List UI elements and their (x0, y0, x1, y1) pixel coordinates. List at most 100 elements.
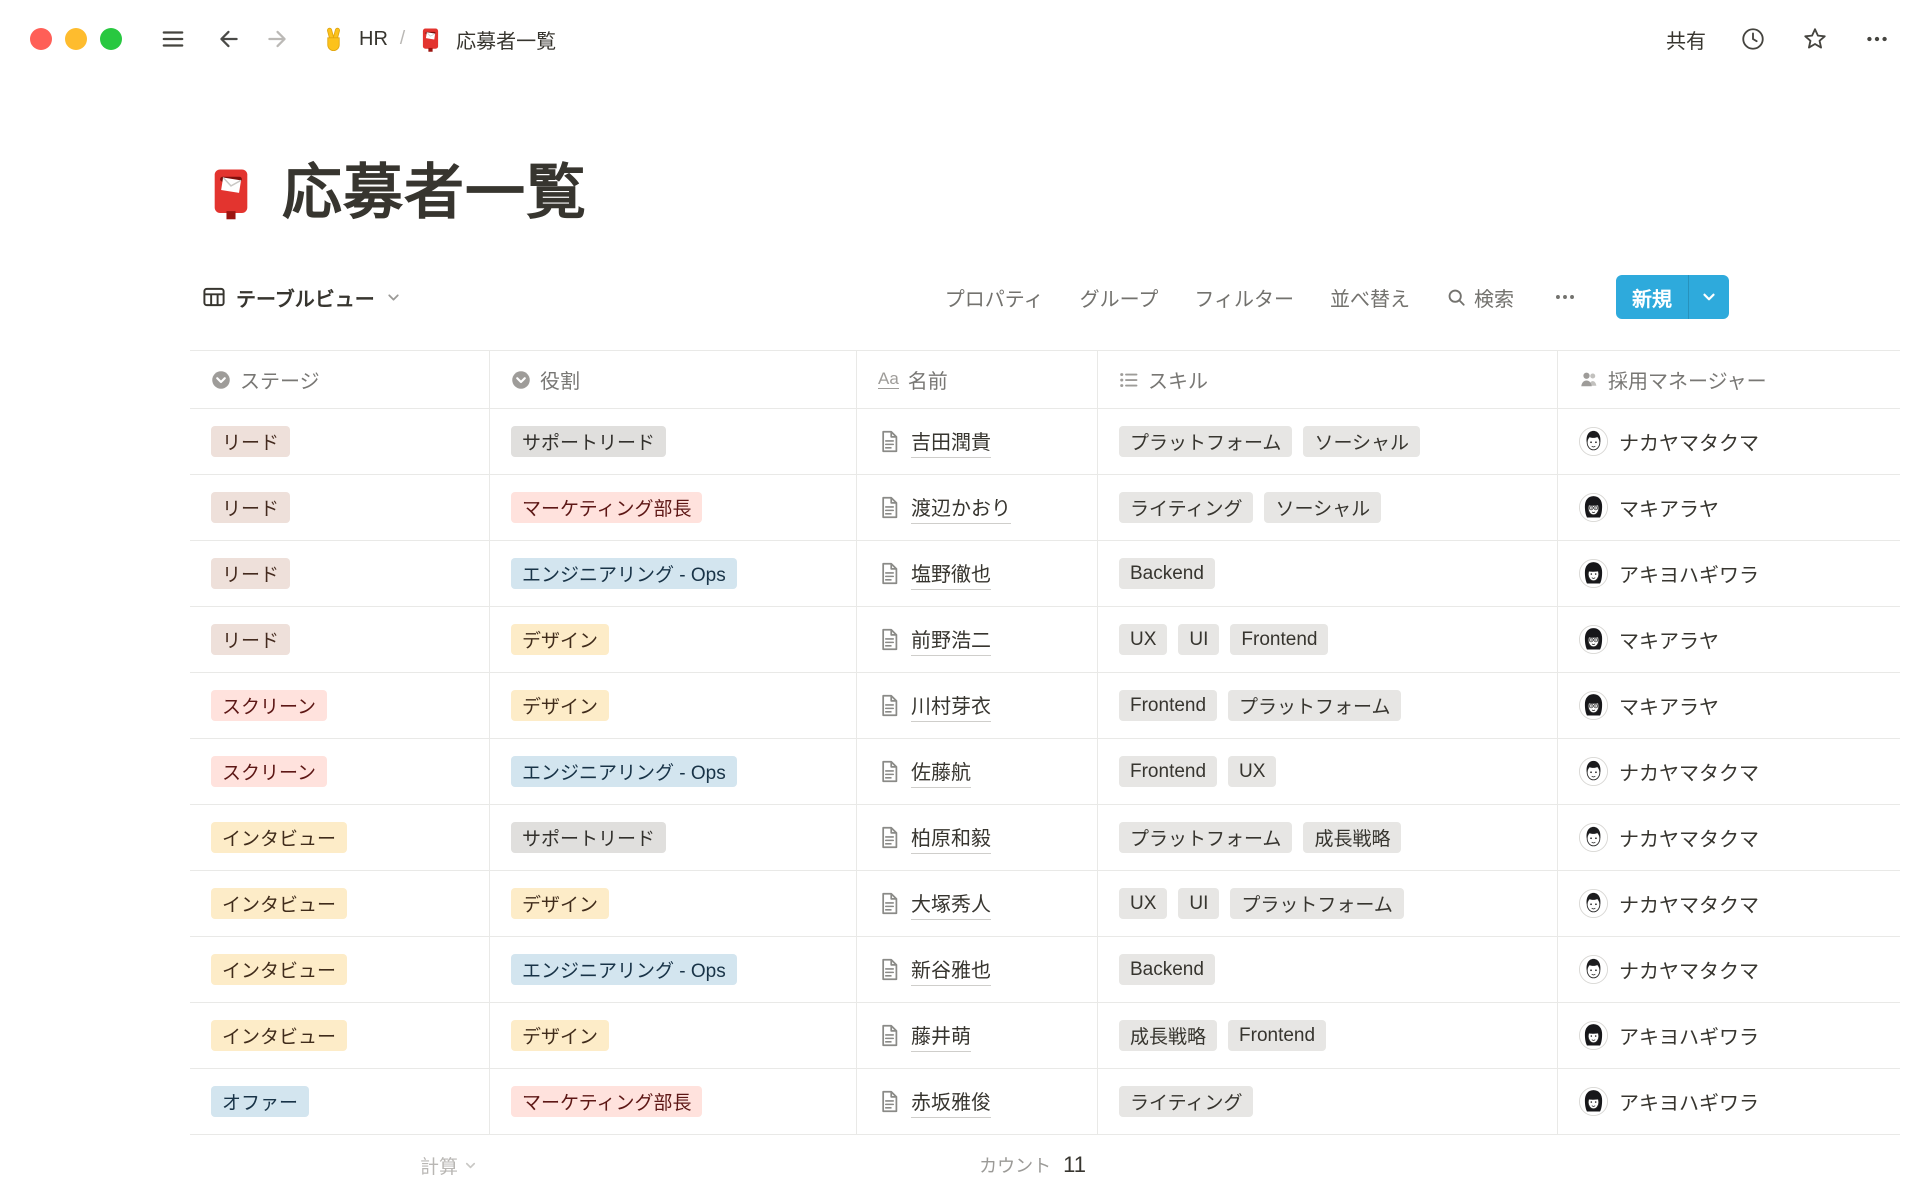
role-cell[interactable]: デザイン (490, 673, 857, 738)
skills-cell[interactable]: ライティングソーシャル (1098, 475, 1558, 540)
filter-button[interactable]: フィルター (1194, 283, 1294, 312)
skills-cell[interactable]: プラットフォーム成長戦略 (1098, 805, 1558, 870)
manager-name: ナカヤマタクマ (1619, 955, 1759, 984)
menu-icon[interactable] (158, 24, 188, 54)
window-minimize-button[interactable] (65, 28, 87, 50)
stage-cell[interactable]: リード (190, 607, 490, 672)
manager-cell[interactable]: マキアラヤ (1558, 475, 1900, 540)
more-icon[interactable] (1862, 24, 1892, 54)
manager-cell[interactable]: ナカヤマタクマ (1558, 409, 1900, 474)
skills-cell[interactable]: 成長戦略Frontend (1098, 1003, 1558, 1068)
name-cell[interactable]: 新谷雅也 (857, 937, 1098, 1002)
stage-cell[interactable]: インタビュー (190, 937, 490, 1002)
manager-cell[interactable]: アキヨハギワラ (1558, 1003, 1900, 1068)
role-cell[interactable]: デザイン (490, 1003, 857, 1068)
manager-cell[interactable]: アキヨハギワラ (1558, 541, 1900, 606)
applicant-name[interactable]: 赤坂雅俊 (911, 1086, 991, 1118)
applicant-name[interactable]: 川村芽衣 (911, 690, 991, 722)
table-body: リード サポートリード 吉田潤貴 プラットフォームソーシャル ナカヤマタクマ リ… (190, 409, 1900, 1135)
new-button-label[interactable]: 新規 (1616, 275, 1688, 319)
view-switcher[interactable]: テーブルビュー (202, 283, 402, 312)
name-cell[interactable]: 前野浩二 (857, 607, 1098, 672)
sort-button[interactable]: 並べ替え (1330, 283, 1410, 312)
column-header-name[interactable]: Aa 名前 (857, 351, 1098, 408)
skills-cell[interactable]: ライティング (1098, 1069, 1558, 1134)
manager-cell[interactable]: ナカヤマタクマ (1558, 871, 1900, 936)
manager-cell[interactable]: ナカヤマタクマ (1558, 739, 1900, 804)
name-cell[interactable]: 塩野徹也 (857, 541, 1098, 606)
applicant-name[interactable]: 渡辺かおり (911, 492, 1011, 524)
stage-cell[interactable]: スクリーン (190, 673, 490, 738)
stage-cell[interactable]: インタビュー (190, 871, 490, 936)
manager-cell[interactable]: アキヨハギワラ (1558, 1069, 1900, 1134)
stage-cell[interactable]: リード (190, 409, 490, 474)
applicant-name[interactable]: 塩野徹也 (911, 558, 991, 590)
column-header-skills[interactable]: スキル (1098, 351, 1558, 408)
applicant-name[interactable]: 大塚秀人 (911, 888, 991, 920)
applicant-name[interactable]: 吉田潤貴 (911, 426, 991, 458)
column-header-role[interactable]: 役割 (490, 351, 857, 408)
manager-cell[interactable]: マキアラヤ (1558, 607, 1900, 672)
new-button-dropdown[interactable] (1688, 275, 1729, 319)
skills-cell[interactable]: FrontendUX (1098, 739, 1558, 804)
breadcrumb-page[interactable]: 応募者一覧 (456, 25, 556, 54)
skills-cell[interactable]: UXUIFrontend (1098, 607, 1558, 672)
applicant-name[interactable]: 佐藤航 (911, 756, 971, 788)
window-zoom-button[interactable] (100, 28, 122, 50)
count-cell[interactable]: カウント 11 (857, 1135, 1098, 1195)
stage-cell[interactable]: インタビュー (190, 805, 490, 870)
star-icon[interactable] (1800, 24, 1830, 54)
manager-cell[interactable]: ナカヤマタクマ (1558, 805, 1900, 870)
page-title[interactable]: 応募者一覧 (282, 158, 587, 227)
stage-cell[interactable]: オファー (190, 1069, 490, 1134)
name-cell[interactable]: 渡辺かおり (857, 475, 1098, 540)
new-button[interactable]: 新規 (1616, 275, 1729, 319)
role-cell[interactable]: エンジニアリング - Ops (490, 541, 857, 606)
role-cell[interactable]: エンジニアリング - Ops (490, 739, 857, 804)
calculate-button[interactable]: 計算 (420, 1152, 478, 1179)
column-header-manager[interactable]: 採用マネージャー (1558, 351, 1900, 408)
back-icon[interactable] (214, 24, 244, 54)
skills-cell[interactable]: Backend (1098, 937, 1558, 1002)
role-cell[interactable]: サポートリード (490, 409, 857, 474)
name-cell[interactable]: 柏原和毅 (857, 805, 1098, 870)
stage-cell[interactable]: リード (190, 475, 490, 540)
name-cell[interactable]: 赤坂雅俊 (857, 1069, 1098, 1134)
skills-cell[interactable]: プラットフォームソーシャル (1098, 409, 1558, 474)
name-cell[interactable]: 佐藤航 (857, 739, 1098, 804)
role-cell[interactable]: マーケティング部長 (490, 1069, 857, 1134)
applicant-name[interactable]: 前野浩二 (911, 624, 991, 656)
breadcrumb-workspace[interactable]: HR (359, 28, 388, 51)
applicant-name[interactable]: 新谷雅也 (911, 954, 991, 986)
name-cell[interactable]: 大塚秀人 (857, 871, 1098, 936)
role-cell[interactable]: サポートリード (490, 805, 857, 870)
view-more-icon[interactable] (1550, 282, 1580, 312)
group-button[interactable]: グループ (1080, 283, 1159, 312)
manager-cell[interactable]: マキアラヤ (1558, 673, 1900, 738)
role-cell[interactable]: エンジニアリング - Ops (490, 937, 857, 1002)
skills-cell[interactable]: UXUIプラットフォーム (1098, 871, 1558, 936)
column-header-stage[interactable]: ステージ (190, 351, 490, 408)
window-close-button[interactable] (30, 28, 52, 50)
search-button[interactable]: 検索 (1446, 283, 1514, 312)
skills-cell[interactable]: Frontendプラットフォーム (1098, 673, 1558, 738)
page-postbox-icon[interactable] (202, 164, 260, 222)
properties-button[interactable]: プロパティ (945, 283, 1044, 312)
manager-cell[interactable]: ナカヤマタクマ (1558, 937, 1900, 1002)
skills-cell[interactable]: Backend (1098, 541, 1558, 606)
stage-cell[interactable]: リード (190, 541, 490, 606)
clock-icon[interactable] (1738, 24, 1768, 54)
role-cell[interactable]: デザイン (490, 607, 857, 672)
role-cell[interactable]: デザイン (490, 871, 857, 936)
name-cell[interactable]: 藤井萌 (857, 1003, 1098, 1068)
role-cell[interactable]: マーケティング部長 (490, 475, 857, 540)
stage-cell[interactable]: スクリーン (190, 739, 490, 804)
skill-tag: プラットフォーム (1119, 822, 1292, 853)
share-button[interactable]: 共有 (1666, 25, 1706, 54)
stage-cell[interactable]: インタビュー (190, 1003, 490, 1068)
applicant-name[interactable]: 柏原和毅 (911, 822, 991, 854)
forward-icon[interactable] (262, 24, 292, 54)
name-cell[interactable]: 川村芽衣 (857, 673, 1098, 738)
name-cell[interactable]: 吉田潤貴 (857, 409, 1098, 474)
applicant-name[interactable]: 藤井萌 (911, 1020, 971, 1052)
